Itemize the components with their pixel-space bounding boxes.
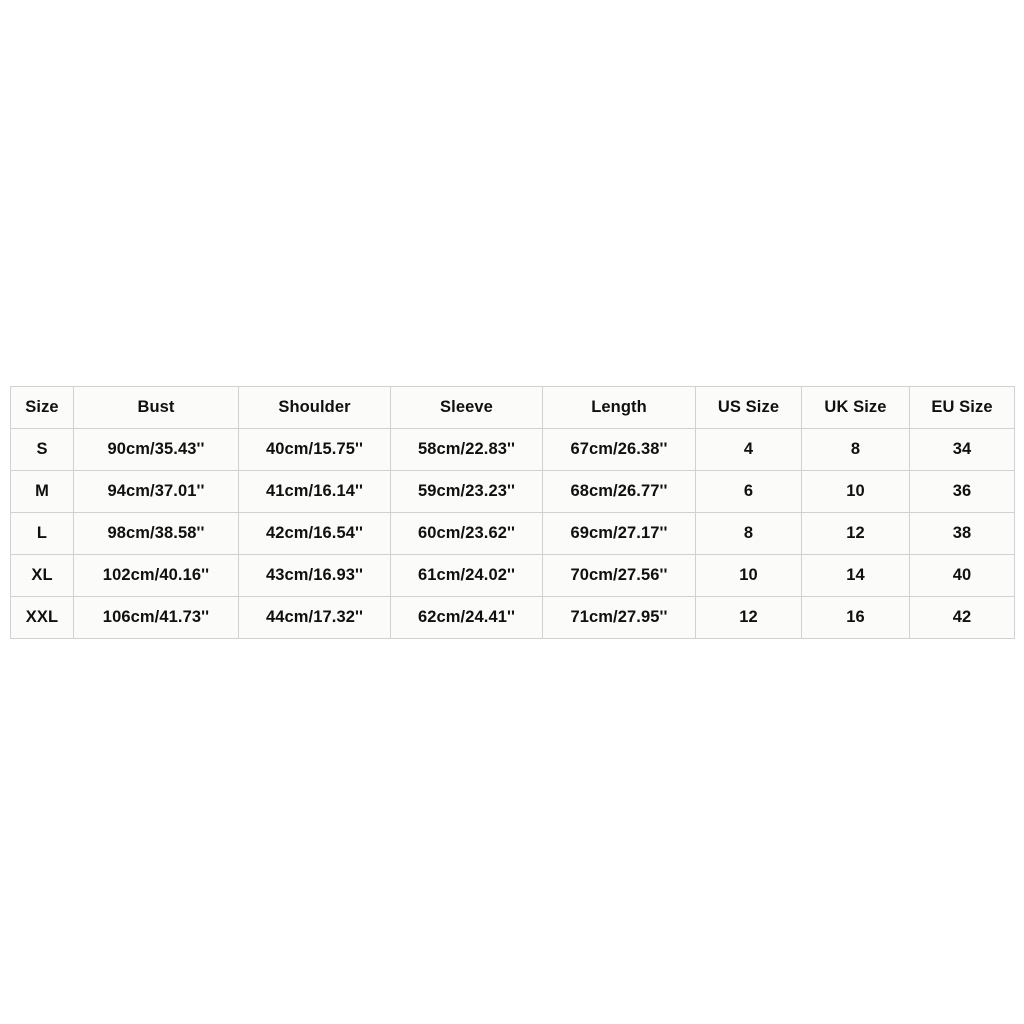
table-row: M 94cm/37.01'' 41cm/16.14'' 59cm/23.23''… — [10, 470, 1015, 513]
cell-uk-size: 12 — [801, 512, 910, 555]
size-chart-table: Size Bust Shoulder Sleeve Length US Size… — [10, 386, 1015, 639]
cell-bust: 94cm/37.01'' — [73, 470, 239, 513]
cell-length: 69cm/27.17'' — [542, 512, 696, 555]
cell-size: L — [10, 512, 74, 555]
cell-us-size: 8 — [695, 512, 802, 555]
cell-length: 67cm/26.38'' — [542, 428, 696, 471]
column-header-length: Length — [542, 386, 696, 429]
cell-shoulder: 42cm/16.54'' — [238, 512, 391, 555]
cell-shoulder: 44cm/17.32'' — [238, 596, 391, 639]
cell-bust: 102cm/40.16'' — [73, 554, 239, 597]
column-header-sleeve: Sleeve — [390, 386, 543, 429]
cell-us-size: 10 — [695, 554, 802, 597]
cell-eu-size: 34 — [909, 428, 1015, 471]
cell-uk-size: 8 — [801, 428, 910, 471]
cell-shoulder: 43cm/16.93'' — [238, 554, 391, 597]
cell-shoulder: 40cm/15.75'' — [238, 428, 391, 471]
table-header-row: Size Bust Shoulder Sleeve Length US Size… — [10, 386, 1015, 429]
cell-uk-size: 14 — [801, 554, 910, 597]
cell-sleeve: 58cm/22.83'' — [390, 428, 543, 471]
cell-bust: 90cm/35.43'' — [73, 428, 239, 471]
cell-size: XXL — [10, 596, 74, 639]
column-header-shoulder: Shoulder — [238, 386, 391, 429]
cell-us-size: 4 — [695, 428, 802, 471]
cell-us-size: 12 — [695, 596, 802, 639]
cell-uk-size: 10 — [801, 470, 910, 513]
cell-size: XL — [10, 554, 74, 597]
cell-sleeve: 62cm/24.41'' — [390, 596, 543, 639]
cell-sleeve: 60cm/23.62'' — [390, 512, 543, 555]
cell-us-size: 6 — [695, 470, 802, 513]
cell-bust: 106cm/41.73'' — [73, 596, 239, 639]
cell-eu-size: 42 — [909, 596, 1015, 639]
table-row: XL 102cm/40.16'' 43cm/16.93'' 61cm/24.02… — [10, 554, 1015, 597]
table-header: Size Bust Shoulder Sleeve Length US Size… — [10, 386, 1015, 429]
cell-eu-size: 40 — [909, 554, 1015, 597]
cell-eu-size: 38 — [909, 512, 1015, 555]
column-header-bust: Bust — [73, 386, 239, 429]
cell-shoulder: 41cm/16.14'' — [238, 470, 391, 513]
cell-size: S — [10, 428, 74, 471]
cell-size: M — [10, 470, 74, 513]
table-body: S 90cm/35.43'' 40cm/15.75'' 58cm/22.83''… — [10, 428, 1015, 639]
cell-length: 70cm/27.56'' — [542, 554, 696, 597]
table-row: L 98cm/38.58'' 42cm/16.54'' 60cm/23.62''… — [10, 512, 1015, 555]
table-row: XXL 106cm/41.73'' 44cm/17.32'' 62cm/24.4… — [10, 596, 1015, 639]
cell-sleeve: 59cm/23.23'' — [390, 470, 543, 513]
column-header-uk-size: UK Size — [801, 386, 910, 429]
cell-length: 71cm/27.95'' — [542, 596, 696, 639]
column-header-us-size: US Size — [695, 386, 802, 429]
cell-eu-size: 36 — [909, 470, 1015, 513]
cell-sleeve: 61cm/24.02'' — [390, 554, 543, 597]
cell-bust: 98cm/38.58'' — [73, 512, 239, 555]
table-row: S 90cm/35.43'' 40cm/15.75'' 58cm/22.83''… — [10, 428, 1015, 471]
cell-length: 68cm/26.77'' — [542, 470, 696, 513]
column-header-eu-size: EU Size — [909, 386, 1015, 429]
size-chart-container: Size Bust Shoulder Sleeve Length US Size… — [10, 386, 1015, 639]
column-header-size: Size — [10, 386, 74, 429]
cell-uk-size: 16 — [801, 596, 910, 639]
